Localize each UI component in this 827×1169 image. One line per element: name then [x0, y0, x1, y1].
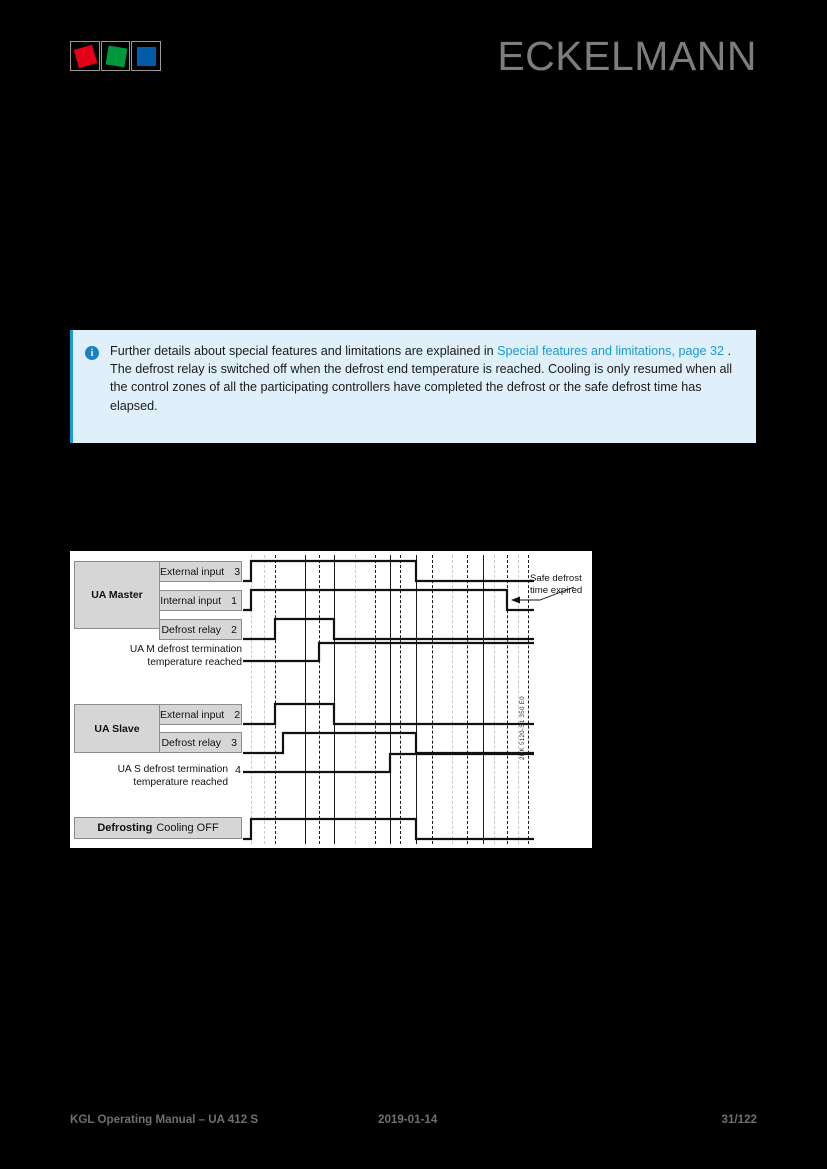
signal-label-text: External input [160, 565, 225, 578]
signal-label-master-external-input: External input 3 [159, 561, 242, 582]
eckelmann-logo [70, 41, 162, 73]
gridline [319, 555, 320, 844]
note-slave-defrost-termination: UA S defrost termination temperature rea… [88, 764, 228, 789]
brand-name: ECKELMANN [497, 33, 757, 79]
info-link-page[interactable]: , page 32 [671, 344, 724, 358]
logo-cell-green [100, 41, 131, 71]
timing-diagram: UA Master External input 3 Internal inpu… [70, 551, 592, 848]
cooling-off-label: Cooling OFF [156, 822, 219, 834]
signal-number: 3 [234, 565, 241, 578]
annotation-safe-defrost-time-expired: Safe defrost time expired [530, 573, 582, 596]
note-line-2: temperature reached [133, 776, 228, 788]
note-master-defrost-termination: UA M defrost termination temperature rea… [100, 644, 242, 669]
signal-number: 2 [234, 708, 241, 721]
signal-number: 1 [231, 594, 237, 607]
info-note-text: Further details about special features a… [110, 342, 738, 415]
gridline [432, 555, 433, 844]
gridline [334, 555, 335, 844]
gridline [305, 555, 306, 844]
signal-label-slave-external-input: External input 2 [159, 704, 242, 725]
wave-slave-defrost-termination [243, 752, 534, 774]
gridline [390, 555, 391, 844]
footer-document-title: KGL Operating Manual – UA 412 S [70, 1113, 259, 1126]
info-icon: i [85, 346, 99, 360]
signal-label-text: External input [160, 708, 225, 721]
info-link-special-features[interactable]: Special features and limitations [497, 344, 671, 358]
gridline [275, 555, 276, 844]
info-note-box: i Further details about special features… [70, 330, 756, 443]
wave-master-defrost-relay [243, 617, 534, 641]
logo-square-green-icon [105, 45, 128, 68]
page-footer: KGL Operating Manual – UA 412 S 2019-01-… [0, 1113, 827, 1135]
annotation-line-1: Safe defrost [530, 573, 582, 584]
logo-square-red-icon [73, 44, 98, 69]
group-ua-master-label: UA Master [91, 589, 143, 601]
page-header: ECKELMANN [0, 0, 827, 110]
wave-defrosting-cooling-off [243, 817, 534, 841]
defrosting-label: Defrosting [97, 822, 153, 834]
signal-number: 2 [231, 623, 237, 636]
note-line-1: UA S defrost termination [117, 764, 228, 775]
annotation-line-2: time expired [530, 584, 583, 596]
gridline [507, 555, 508, 844]
info-text-after-link: . [723, 344, 731, 358]
logo-cell-blue [131, 41, 162, 71]
signal-label-master-internal-input: Internal input 1 [159, 590, 242, 611]
gridline [355, 555, 356, 844]
group-ua-master: UA Master [74, 561, 160, 629]
gridline [528, 555, 529, 844]
gridline [416, 555, 417, 844]
gridline [264, 555, 265, 844]
signal-number: 3 [231, 736, 237, 749]
logo-square-blue-icon [137, 47, 157, 66]
wave-slave-external-input [243, 702, 534, 726]
note-line-2: temperature reached [147, 656, 242, 668]
gridline [400, 555, 401, 844]
group-ua-slave: UA Slave [74, 704, 160, 753]
gridline [483, 555, 484, 844]
signal-label-text: Defrost relay [161, 623, 221, 636]
gridline [467, 555, 468, 844]
defrosting-status-bar: Defrosting Cooling OFF [74, 817, 242, 839]
group-ua-slave-label: UA Slave [94, 722, 140, 735]
footer-date: 2019-01-14 [378, 1113, 438, 1126]
wave-master-external-input [243, 559, 534, 583]
gridline [375, 555, 376, 844]
note-line-1: UA M defrost termination [129, 644, 242, 655]
wave-slave-defrost-relay [243, 731, 534, 755]
gridline [452, 555, 453, 844]
diagram-side-code: 2HK 5120-S1 350 E0 [519, 696, 526, 760]
signal-label-text: Defrost relay [161, 736, 221, 749]
signal-label-slave-defrost-relay: Defrost relay 3 [159, 732, 242, 753]
logo-cell-red [70, 41, 100, 71]
wave-master-internal-input [243, 588, 534, 612]
signal-label-master-defrost-relay: Defrost relay 2 [159, 619, 242, 640]
footer-page-number: 31/122 [721, 1113, 757, 1126]
note-slave-signal-number: 4 [235, 764, 241, 776]
info-text-before-link: Further details about special features a… [110, 344, 498, 358]
wave-master-defrost-termination [243, 641, 534, 663]
gridline [251, 555, 252, 844]
signal-label-text: Internal input [160, 594, 221, 607]
gridline [494, 555, 495, 844]
info-paragraph-2: The defrost relay is switched off when t… [110, 362, 733, 413]
